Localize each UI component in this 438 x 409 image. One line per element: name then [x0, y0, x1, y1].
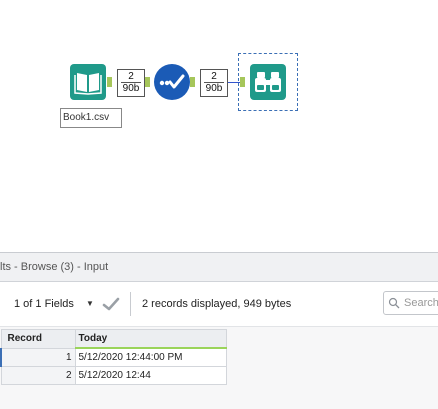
checkmark-icon[interactable]: [102, 296, 120, 312]
column-header-record[interactable]: Record: [0, 329, 76, 349]
search-icon: [388, 297, 400, 309]
data-size: 90b: [205, 83, 223, 94]
output-anchor[interactable]: [190, 77, 195, 87]
records-info: 2 records displayed, 949 bytes: [142, 298, 292, 310]
book-icon: [74, 73, 102, 95]
fields-dropdown-label[interactable]: 1 of 1 Fields: [14, 294, 74, 314]
record-count: 2: [121, 71, 141, 83]
results-toolbar: 1 of 1 Fields ▼ 2 records displayed, 949…: [0, 282, 438, 327]
connection-progress-2: 2 90b: [200, 69, 228, 97]
record-cell: 1: [0, 347, 76, 367]
column-header-today[interactable]: Today: [74, 329, 227, 349]
select-tool[interactable]: [154, 64, 190, 100]
toolbar-divider: [130, 292, 131, 316]
output-anchor[interactable]: [107, 77, 112, 87]
today-cell[interactable]: 5/12/2020 12:44: [74, 366, 227, 385]
input-data-tool[interactable]: [70, 64, 106, 100]
workflow-canvas[interactable]: Book1.csv 2 90b 2 90b: [0, 0, 438, 252]
browse-tool[interactable]: [250, 64, 286, 100]
input-tool-label: Book1.csv: [60, 108, 122, 128]
check-flow-icon: [159, 74, 185, 89]
table-row[interactable]: 1 5/12/2020 12:44:00 PM: [0, 347, 227, 367]
results-grid[interactable]: Record Today 1 5/12/2020 12:44:00 PM 2 5…: [0, 329, 227, 385]
input-anchor[interactable]: [145, 77, 150, 87]
results-title: lts - Browse (3) - Input: [0, 253, 438, 282]
today-cell[interactable]: 5/12/2020 12:44:00 PM: [74, 347, 227, 367]
data-size: 90b: [122, 83, 140, 94]
connection-progress-1: 2 90b: [117, 69, 145, 97]
chevron-down-icon[interactable]: ▼: [86, 294, 94, 314]
record-count: 2: [204, 71, 224, 83]
search-box[interactable]: [383, 291, 438, 315]
search-input[interactable]: [404, 294, 438, 312]
record-cell: 2: [0, 366, 76, 385]
binoculars-icon: [255, 72, 281, 92]
table-row[interactable]: 2 5/12/2020 12:44: [0, 366, 227, 385]
